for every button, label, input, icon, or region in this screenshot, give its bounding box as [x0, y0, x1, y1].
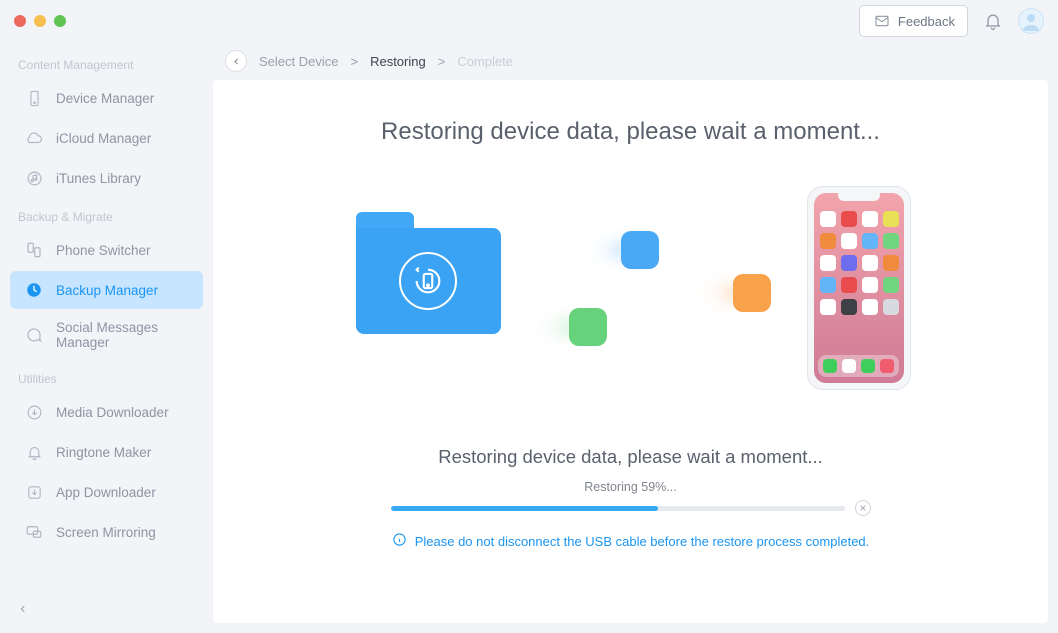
sidebar-item-label: Backup Manager	[56, 283, 158, 298]
back-button[interactable]	[225, 50, 247, 72]
sidebar-item-backup-manager[interactable]: Backup Manager	[10, 271, 203, 309]
sidebar-item-label: Phone Switcher	[56, 243, 151, 258]
progress-row	[391, 500, 871, 516]
phone-icon	[24, 88, 44, 108]
sidebar-item-label: Screen Mirroring	[56, 525, 156, 540]
sidebar-item-label: iCloud Manager	[56, 131, 151, 146]
sidebar-item-label: iTunes Library	[56, 171, 141, 186]
title-bar: Feedback	[0, 0, 1058, 42]
sidebar-item-label: Device Manager	[56, 91, 154, 106]
sidebar-collapse-button[interactable]	[4, 591, 209, 629]
breadcrumb-step-select-device[interactable]: Select Device	[259, 54, 338, 69]
switch-icon	[24, 240, 44, 260]
feedback-button[interactable]: Feedback	[859, 5, 968, 37]
music-note-icon	[24, 168, 44, 188]
breadcrumb: Select Device > Restoring > Complete	[213, 42, 1048, 80]
sidebar-item-label: Ringtone Maker	[56, 445, 151, 460]
cloud-icon	[24, 128, 44, 148]
content-card: Restoring device data, please wait a mom…	[213, 80, 1048, 623]
app-body: Content Management Device Manager iCloud…	[0, 42, 1058, 633]
traffic-lights	[14, 15, 66, 27]
progress-status-text: Restoring 59%...	[584, 480, 676, 494]
page-heading: Restoring device data, please wait a mom…	[381, 118, 880, 146]
sidebar-item-itunes-library[interactable]: iTunes Library	[10, 159, 203, 197]
phone-illustration	[807, 186, 911, 390]
maximize-window-button[interactable]	[54, 15, 66, 27]
sidebar-item-icloud-manager[interactable]: iCloud Manager	[10, 119, 203, 157]
avatar[interactable]	[1018, 8, 1044, 34]
restore-illustration	[351, 196, 911, 406]
bell-icon	[24, 442, 44, 462]
progress-bar	[391, 506, 845, 511]
sidebar-item-screen-mirroring[interactable]: Screen Mirroring	[10, 513, 203, 551]
info-icon	[392, 532, 407, 550]
folder-icon	[356, 212, 501, 332]
main-area: Select Device > Restoring > Complete Res…	[213, 42, 1058, 633]
sidebar-item-phone-switcher[interactable]: Phone Switcher	[10, 231, 203, 269]
sidebar-item-ringtone-maker[interactable]: Ringtone Maker	[10, 433, 203, 471]
sidebar-item-label: Social Messages Manager	[56, 320, 189, 350]
download-icon	[24, 402, 44, 422]
breadcrumb-separator: >	[438, 54, 446, 69]
progress-heading: Restoring device data, please wait a mom…	[438, 446, 823, 468]
transfer-block-blue	[621, 231, 659, 269]
clock-icon	[24, 280, 44, 300]
section-label-backup-migrate: Backup & Migrate	[4, 198, 209, 230]
section-label-utilities: Utilities	[4, 360, 209, 392]
section-label-content-management: Content Management	[4, 46, 209, 78]
cancel-restore-button[interactable]	[855, 500, 871, 516]
breadcrumb-separator: >	[350, 54, 358, 69]
breadcrumb-step-complete: Complete	[457, 54, 513, 69]
close-window-button[interactable]	[14, 15, 26, 27]
sidebar-item-label: Media Downloader	[56, 405, 169, 420]
progress-fill	[391, 506, 659, 511]
header-right: Feedback	[859, 5, 1044, 37]
transfer-block-green	[569, 308, 607, 346]
notifications-button[interactable]	[982, 10, 1004, 32]
sidebar-item-device-manager[interactable]: Device Manager	[10, 79, 203, 117]
app-window: Feedback Content Management Device Manag…	[0, 0, 1058, 633]
feedback-label: Feedback	[898, 14, 955, 29]
warning-message: Please do not disconnect the USB cable b…	[392, 532, 870, 550]
screen-icon	[24, 522, 44, 542]
sidebar-item-social-messages-manager[interactable]: Social Messages Manager	[10, 311, 203, 359]
breadcrumb-step-restoring: Restoring	[370, 54, 426, 69]
sidebar-item-label: App Downloader	[56, 485, 156, 500]
sidebar-item-media-downloader[interactable]: Media Downloader	[10, 393, 203, 431]
sidebar-item-app-downloader[interactable]: App Downloader	[10, 473, 203, 511]
app-download-icon	[24, 482, 44, 502]
transfer-block-orange	[733, 274, 771, 312]
sidebar: Content Management Device Manager iCloud…	[0, 42, 213, 633]
minimize-window-button[interactable]	[34, 15, 46, 27]
mail-icon	[872, 11, 892, 31]
warning-text: Please do not disconnect the USB cable b…	[415, 534, 870, 549]
chat-icon	[24, 325, 44, 345]
